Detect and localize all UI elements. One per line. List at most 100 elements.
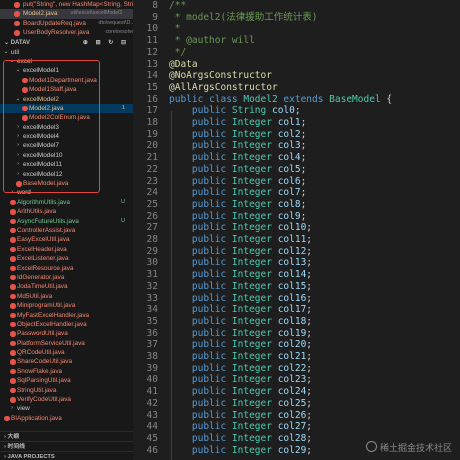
chevron-right-icon[interactable]: › (15, 170, 21, 179)
line-number: 19 (146, 128, 158, 140)
chevron-down-icon[interactable]: ⌄ (15, 66, 21, 75)
tree-folder[interactable]: › excelModel12 (0, 170, 133, 179)
file-tree: ⌄ util ⌄ excel ⌄ excelModel1 Model1Department.… (0, 48, 133, 424)
chevron-down-icon[interactable]: ⌄ (3, 48, 9, 57)
open-editor-item[interactable]: BoardUpdateReq.java dto\request\D... (0, 19, 133, 28)
tree-file[interactable]: EasyExcelUtil.java (0, 235, 133, 244)
explorer-actions[interactable]: ⊕ ⊞ ↻ ⊟ (83, 38, 129, 48)
line-number: 11 (146, 35, 158, 47)
tree-file[interactable]: ExcelResource.java (0, 264, 133, 273)
tree-file[interactable]: ShareCodeUtil.java (0, 357, 133, 366)
code-token: ; (306, 397, 313, 409)
open-editor-label: UserBodyResolver.java (23, 29, 90, 37)
tree-file[interactable]: BIApplication.java (0, 414, 133, 423)
code-token: public (169, 280, 232, 292)
code-text: public Integer col8; (169, 199, 306, 211)
watermark: 稀土掘金技术社区 (365, 441, 452, 454)
code-line: 14 @NoArgsConstructor (133, 70, 460, 82)
tree-folder[interactable]: › word (0, 188, 133, 197)
bottom-panel-header[interactable]: › JAVA PROJECTS (0, 451, 133, 460)
chevron-down-icon[interactable]: ⌄ (15, 95, 21, 104)
tree-file[interactable]: PlatformServiceUtil.java (0, 339, 133, 348)
tree-item-label: excelModel7 (23, 142, 59, 150)
chevron-right-icon[interactable]: › (15, 141, 21, 150)
java-file-icon (14, 30, 20, 36)
tree-file[interactable]: AlgorithmUtils.java U (0, 198, 133, 207)
tree-folder[interactable]: › excelModel4 (0, 132, 133, 141)
tree-file[interactable]: ObjectExcelHandler.java (0, 320, 133, 329)
code-line: 33 public Integer col16; (133, 293, 460, 305)
code-line: 16 public class Model2 extends BaseModel … (133, 94, 460, 106)
tree-file[interactable]: ExcelListener.java (0, 254, 133, 263)
tree-file[interactable]: Model2ColEnum.java (0, 113, 133, 122)
code-line: 36 public Integer col19; (133, 328, 460, 340)
java-file-icon (22, 87, 28, 93)
tree-folder[interactable]: ⌄ excel (0, 57, 133, 66)
tree-folder[interactable]: ⌄ excelModel1 (0, 66, 133, 75)
tree-folder[interactable]: › excelModel10 (0, 151, 133, 160)
open-editor-item[interactable]: put("String", new HashMap<String, Strin.… (0, 0, 133, 9)
code-text: public Integer col15; (169, 281, 312, 293)
tree-folder[interactable]: › view (0, 404, 133, 413)
code-token: col23 (271, 374, 307, 386)
code-token: Integer (231, 386, 272, 398)
tree-folder[interactable]: ⌄ util (0, 48, 133, 57)
code-token: ; (300, 152, 307, 164)
tree-folder[interactable]: › excelModel7 (0, 141, 133, 150)
tree-file[interactable]: VerifyCodeUtil.java (0, 395, 133, 404)
tree-file[interactable]: Md5Util.java (0, 292, 133, 301)
code-token: @NoArgsConstructor (169, 70, 272, 82)
tree-file[interactable]: Model2.java 1 (0, 103, 133, 114)
code-token: public (169, 198, 232, 210)
open-editor-item[interactable]: UserBodyResolver.java core\resolver (0, 28, 133, 37)
chevron-right-icon[interactable]: › (15, 160, 21, 169)
tree-item-label: MyFastExcelHandler.java (17, 311, 90, 319)
java-file-icon (10, 227, 16, 234)
tree-file[interactable]: Model1Department.java (0, 76, 133, 85)
tree-file[interactable]: QRCodeUtil.java (0, 348, 133, 357)
tree-item-label: util (11, 48, 20, 56)
chevron-down-icon[interactable]: ⌄ (9, 57, 15, 66)
tree-file[interactable]: Model1Staff.java (0, 85, 133, 94)
code-token: Integer (231, 257, 272, 269)
open-editor-item[interactable]: Model2.java util\excel\excelModel2 (0, 9, 133, 19)
code-token: ; (306, 374, 313, 386)
line-number: 42 (146, 397, 158, 409)
code-line: 20 public Integer col3; (133, 140, 460, 152)
code-token: col14 (271, 269, 307, 281)
tree-file[interactable]: SqlParsingUtil.java (0, 376, 133, 385)
explorer-section-header[interactable]: ⌄ DATAV ⊕ ⊞ ↻ ⊟ (0, 38, 133, 48)
chevron-right-icon[interactable]: › (15, 132, 21, 141)
tree-file[interactable]: AsyncFutureUtils.java U (0, 217, 133, 226)
git-status-badge: U (121, 217, 125, 224)
tree-file[interactable]: JodaTimeUtil.java (0, 282, 133, 291)
code-token: public (169, 105, 232, 117)
tree-file[interactable]: MyFastExcelHandler.java (0, 311, 133, 320)
line-number: 30 (146, 257, 158, 269)
tree-folder[interactable]: ⌄ excelModel2 (0, 95, 133, 104)
line-number: 36 (146, 327, 158, 339)
chevron-right-icon[interactable]: › (15, 151, 21, 160)
chevron-right-icon[interactable]: › (9, 188, 15, 197)
tree-file[interactable]: MiniprogramUtil.java (0, 301, 133, 310)
tree-folder[interactable]: › excelModel3 (0, 123, 133, 132)
code-text: public Integer col14; (169, 269, 312, 281)
tree-file[interactable]: StringUtil.java (0, 386, 133, 395)
tree-file[interactable]: IdGenerator.java (0, 273, 133, 282)
chevron-right-icon[interactable]: › (9, 404, 15, 413)
code-token: col3 (271, 140, 301, 152)
tree-folder[interactable]: › excelModel11 (0, 160, 133, 169)
chevron-right-icon[interactable]: › (15, 123, 21, 132)
tree-item-label: BIApplication.java (11, 414, 62, 422)
code-editor[interactable]: 8/** 9 * model2(法律援助工作统计表) 10 * 11 * @autho… (133, 0, 460, 460)
line-number: 43 (146, 409, 158, 421)
tree-file[interactable]: ArithUtils.java (0, 207, 133, 216)
code-token: Integer (231, 175, 272, 187)
tree-file[interactable]: ExcelHeader.java (0, 245, 133, 254)
tree-file[interactable]: PasswordUtil.java (0, 329, 133, 338)
tree-file[interactable]: ControllerAssist.java (0, 226, 133, 235)
code-token: ; (306, 280, 313, 292)
tree-file[interactable]: BaseModel.java (0, 179, 133, 188)
code-token: public (169, 374, 232, 386)
tree-file[interactable]: SnowFlake.java (0, 367, 133, 376)
